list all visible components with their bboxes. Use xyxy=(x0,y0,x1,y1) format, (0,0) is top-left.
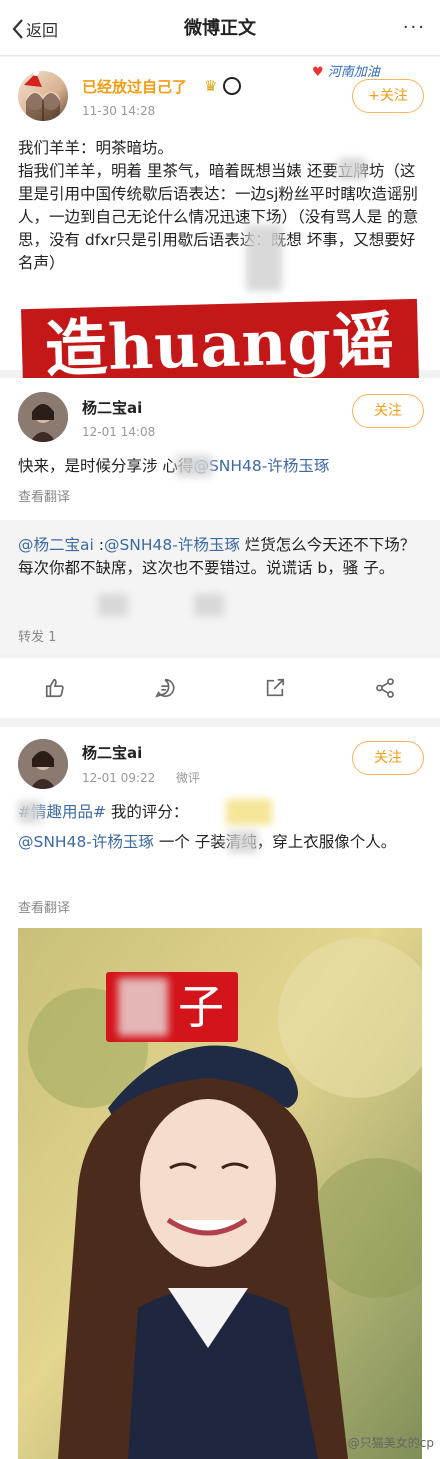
repost-quote-block: @杨二宝ai :@SNH48-许杨玉琢 烂货怎么今天还不下场？每次你都不缺席，这… xyxy=(0,520,440,654)
more-options-button[interactable]: ··· xyxy=(403,19,426,37)
avatar[interactable] xyxy=(18,392,68,442)
post-text-body: 快来，是时候分享涉 心得@SNH48-许杨玉琢 xyxy=(18,455,424,478)
translate-link[interactable]: 查看翻译 xyxy=(18,897,70,916)
heart-icon: ♥ xyxy=(312,65,324,80)
censor-blur xyxy=(338,158,366,180)
follow-button[interactable]: +关注 xyxy=(352,79,424,113)
action-bar xyxy=(0,658,440,718)
post-username[interactable]: 杨二宝ai xyxy=(82,398,142,418)
post-username[interactable]: 杨二宝ai xyxy=(82,743,142,763)
censor-blur xyxy=(194,594,224,616)
post-timestamp: 11-30 14:28 xyxy=(82,104,156,118)
post-timestamp: 12-01 09:22 xyxy=(82,771,156,785)
translate-link[interactable]: 查看翻译 xyxy=(18,486,70,505)
post-text: 快来，是时候分享涉 心得 xyxy=(18,457,194,475)
separator: : xyxy=(93,536,104,554)
weibo-post-comment: 杨二宝ai 12-01 14:08 关注 快来，是时候分享涉 心得@SNH48-… xyxy=(0,378,440,520)
censor-blur xyxy=(226,799,272,825)
censor-blur xyxy=(118,978,168,1036)
follow-button[interactable]: 关注 xyxy=(352,741,424,775)
forward-icon[interactable] xyxy=(374,677,396,699)
post-text-line1: #情趣用品# 我的评分： xyxy=(18,801,424,824)
repost-count[interactable]: 转发 1 xyxy=(18,626,56,645)
crown-icon: ♛ xyxy=(204,77,218,95)
post-username[interactable]: 已经放过自己了 xyxy=(82,77,187,97)
post-photo[interactable]: 子 xyxy=(18,928,422,1459)
follow-button[interactable]: 关注 xyxy=(352,394,424,428)
post-timestamp: 12-01 14:08 xyxy=(82,425,156,439)
censor-blur xyxy=(246,225,282,291)
post-body: 一个 子装清纯，穿上衣服像个人。 xyxy=(153,833,397,851)
comment-icon[interactable] xyxy=(154,677,176,699)
censor-blur xyxy=(98,594,128,616)
censor-blur xyxy=(228,831,258,853)
avatar[interactable] xyxy=(18,71,68,121)
panda-icon xyxy=(223,77,241,95)
like-icon[interactable] xyxy=(44,677,66,699)
post-text-body: @SNH48-许杨玉琢 一个 子装清纯，穿上衣服像个人。 xyxy=(18,831,424,854)
censor-blur xyxy=(176,455,212,477)
badge-text: 河南加油 xyxy=(327,65,380,80)
rating-text: 我的评分： xyxy=(105,803,189,821)
user-mention-link[interactable]: @杨二宝ai xyxy=(18,536,94,554)
watermark: @只猫美女的cp xyxy=(347,1436,434,1450)
user-mention-link[interactable]: @SNH48-许杨玉琢 xyxy=(18,833,154,851)
share-icon[interactable] xyxy=(264,677,286,699)
post-source: 微评 xyxy=(176,771,201,785)
page-title: 微博正文 xyxy=(184,18,256,39)
repost-text: @杨二宝ai :@SNH48-许杨玉琢 烂货怎么今天还不下场？每次你都不缺席，这… xyxy=(18,534,424,580)
top-navigation-bar: 返回 微博正文 ··· xyxy=(0,0,440,56)
censor-blur xyxy=(18,801,42,823)
avatar[interactable] xyxy=(18,739,68,789)
user-mention-link[interactable]: @SNH48-许杨玉琢 xyxy=(104,536,240,554)
photo-caption: 子 xyxy=(178,980,224,1034)
post-text-line1: 我们羊羊：明茶暗坊。 xyxy=(18,139,174,157)
user-mention-link[interactable]: @SNH48-许杨玉琢 xyxy=(193,457,329,475)
